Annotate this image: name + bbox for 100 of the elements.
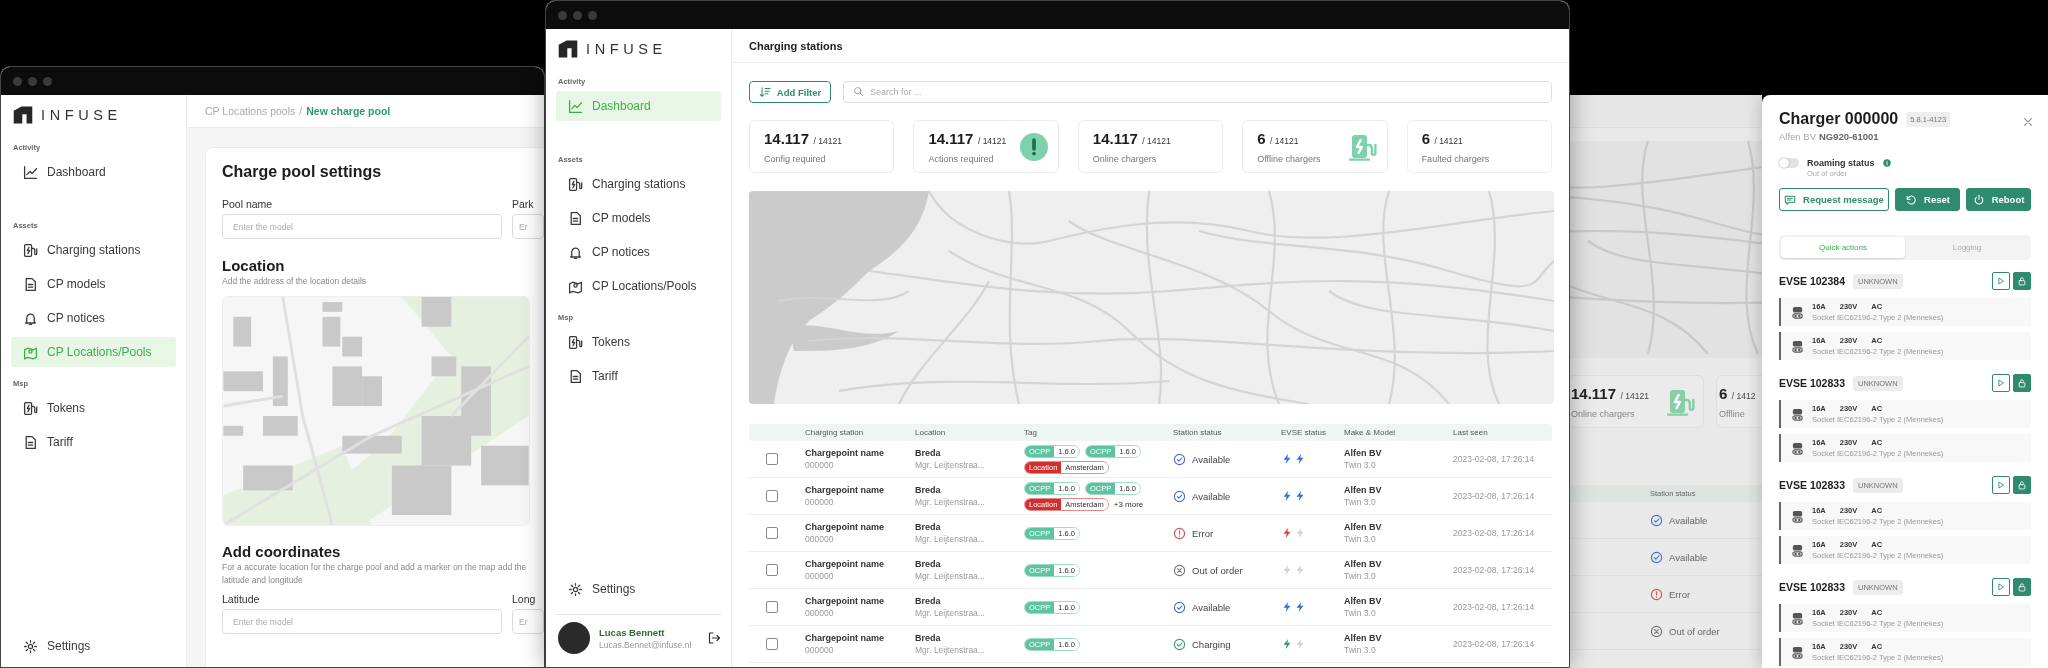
sidebar-item[interactable]: Settings [11, 631, 176, 661]
start-button[interactable] [1992, 476, 2010, 494]
x-circle-icon [1650, 624, 1663, 638]
location-street: Mgr. Leijtenstraa... [915, 645, 986, 655]
settings-icon [23, 638, 38, 654]
action-button[interactable]: Request message [1779, 188, 1889, 211]
column-header: Station status [1173, 428, 1223, 437]
stat-value: 6 [1421, 129, 1430, 147]
unlock-button[interactable] [2013, 272, 2031, 290]
logo-text: INFUSE [586, 41, 667, 57]
vendor-name: Alfen BV [1779, 131, 1816, 142]
make-name: Alfen BV [1344, 485, 1383, 495]
station-name: Chargepoint name [805, 522, 885, 532]
sidebar-item[interactable]: Dashboard [11, 157, 176, 187]
text-field[interactable]: Enter the model [222, 609, 502, 634]
stat-value: 6 [1257, 129, 1266, 147]
charger-icon [1667, 387, 1695, 416]
row-checkbox[interactable] [766, 564, 778, 576]
station-name: Chargepoint name [805, 485, 885, 495]
station-status: Out of order [1192, 564, 1243, 576]
station-name: Chargepoint name [805, 633, 885, 643]
sidebar-item[interactable]: Tokens [556, 327, 721, 357]
logo-text: INFUSE [41, 107, 122, 123]
avatar [558, 622, 590, 654]
breadcrumb-link[interactable]: New charge pool [306, 105, 391, 117]
location-street: Mgr. Leijtenstraa... [915, 497, 986, 507]
sidebar-item[interactable]: Tariff [556, 361, 721, 391]
sidebar-item[interactable]: Tariff [11, 427, 176, 457]
sidebar-item[interactable]: Charging stations [11, 235, 176, 265]
play-icon [1996, 378, 2006, 388]
sidebar-item[interactable]: Tokens [11, 393, 176, 423]
sidebar-item[interactable]: CP Locations/Pools [556, 271, 721, 301]
station-id: 000000 [805, 571, 835, 581]
sidebar-item[interactable]: CP models [556, 203, 721, 233]
roaming-toggle[interactable] [1779, 157, 1799, 168]
stat-total: / 1412 [1731, 390, 1756, 401]
last-seen: 2023-02-08, 17:26:14 [1453, 565, 1536, 575]
bolt-icon [1281, 527, 1293, 539]
sidebar-item[interactable]: CP models [11, 269, 176, 299]
make-name: Alfen BV [1344, 448, 1383, 458]
sidebar-item[interactable]: CP notices [556, 237, 721, 267]
charger-icon [568, 334, 583, 350]
unlock-button[interactable] [2013, 476, 2031, 494]
stat-value: 14.117 [1571, 384, 1617, 402]
station-status: Charging [1192, 638, 1231, 650]
check-circle-icon [1173, 637, 1186, 651]
last-seen: 2023-02-08, 17:26:14 [1453, 602, 1536, 612]
card-title: Charge pool settings [222, 162, 383, 182]
text-field[interactable]: Er [512, 609, 544, 634]
action-button[interactable]: Reboot [1966, 188, 2031, 211]
action-button[interactable]: Reset [1895, 188, 1960, 211]
search-field[interactable]: Search for ... [843, 81, 1552, 103]
section-title: Add coordinates [222, 543, 342, 561]
model-name: Twin 3.0 [1344, 497, 1377, 507]
row-checkbox[interactable] [766, 527, 778, 539]
start-button[interactable] [1992, 272, 2010, 290]
bolt-icon [1281, 490, 1293, 502]
bolt-icon [1281, 601, 1293, 613]
close-button[interactable] [2022, 116, 2034, 128]
row-checkbox[interactable] [766, 453, 778, 465]
stat-label: Online chargers [1092, 153, 1158, 164]
start-button[interactable] [1992, 578, 2010, 596]
padlock-icon [2017, 582, 2027, 592]
unlock-button[interactable] [2013, 374, 2031, 392]
sidebar-item[interactable]: CP notices [11, 303, 176, 333]
plug-icon [1791, 645, 1804, 659]
station-status: Available [1192, 601, 1231, 613]
station-id: 000000 [805, 460, 835, 470]
location-city: Breda [915, 633, 942, 643]
more-tags-link[interactable]: +3 more [1113, 499, 1144, 509]
start-button[interactable] [1992, 374, 2010, 392]
row-checkbox[interactable] [766, 490, 778, 502]
plug-icon [1791, 611, 1804, 625]
document-icon [23, 434, 38, 450]
column-header: Location [915, 428, 947, 437]
logout-icon[interactable] [707, 631, 721, 645]
bolt-icon [1294, 527, 1306, 539]
location-city: Breda [915, 448, 942, 458]
logo-icon [558, 39, 578, 59]
stat-label: Online chargers [1571, 408, 1636, 419]
document-icon [23, 276, 38, 292]
unlock-button[interactable] [2013, 578, 2031, 596]
check-circle-icon [1173, 600, 1186, 614]
sidebar-item[interactable]: Settings [556, 574, 721, 604]
stat-value: 14.117 [764, 129, 810, 147]
add-filter-button[interactable]: Add Filter [749, 81, 831, 103]
padlock-icon [2017, 378, 2027, 388]
sidebar-item[interactable]: Charging stations [556, 169, 721, 199]
stat-total: / 14121 [1434, 135, 1463, 146]
station-status: Out of order [1669, 625, 1720, 637]
panel-title: Charger 000000 [1779, 110, 1899, 128]
chart-icon [23, 164, 38, 180]
model-name: Twin 3.0 [1344, 460, 1377, 470]
text-field[interactable]: Er [512, 214, 544, 239]
text-field[interactable]: Enter the model [222, 214, 502, 239]
bolt-icon [1281, 453, 1293, 465]
stat-total: / 14121 [1142, 135, 1171, 146]
row-checkbox[interactable] [766, 638, 778, 650]
column-header: EVSE status [1281, 428, 1327, 437]
row-checkbox[interactable] [766, 601, 778, 613]
